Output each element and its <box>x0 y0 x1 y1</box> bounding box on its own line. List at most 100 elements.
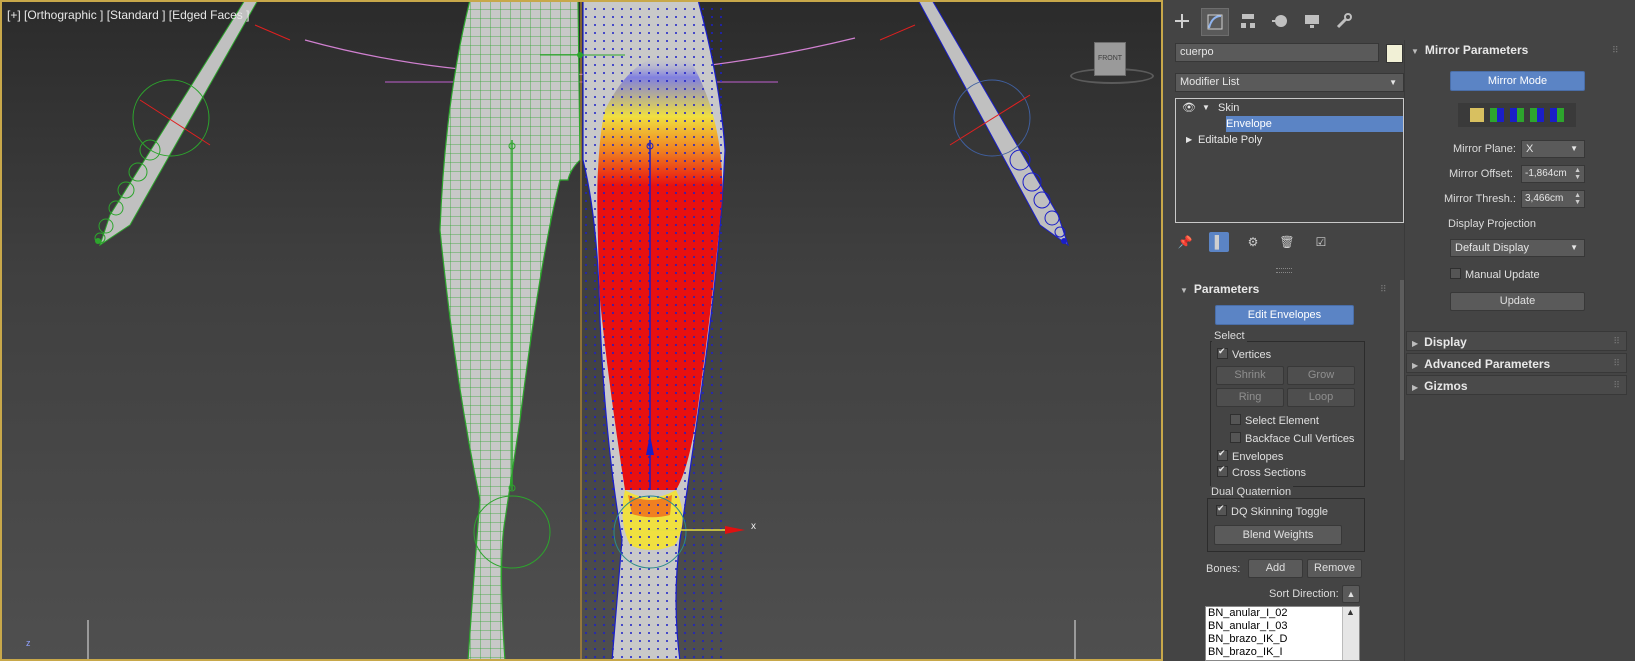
mirror-offset-value: -1,864cm <box>1525 168 1567 179</box>
edit-envelopes-button[interactable]: Edit Envelopes <box>1215 305 1354 325</box>
paste-green-to-blue-icon[interactable] <box>1490 108 1504 122</box>
select-element-checkbox[interactable]: Select Element <box>1230 414 1319 427</box>
make-unique-icon[interactable]: ⚙ <box>1243 232 1263 252</box>
scroll-up-icon[interactable]: ▲ <box>1346 607 1355 617</box>
mirror-thresh-label: Mirror Thresh.: <box>1444 193 1516 205</box>
spinner-arrows-icon[interactable]: ▲ ▼ <box>1574 192 1581 206</box>
mirror-offset-spinner[interactable]: -1,864cm ▲ ▼ <box>1521 165 1585 183</box>
sort-direction-button[interactable]: ▲ <box>1342 585 1360 603</box>
mirror-paste-icon[interactable] <box>1470 108 1484 122</box>
vertices-checkbox[interactable]: Vertices <box>1217 346 1271 361</box>
triangle-up-icon: ▲ <box>1346 589 1356 599</box>
command-panel-tabs <box>1169 8 1357 36</box>
gizmos-rollout[interactable]: ▶ Gizmos ⠿ <box>1406 375 1627 395</box>
panel-divider <box>1404 40 1405 661</box>
stack-label-skin: Skin <box>1218 102 1240 114</box>
stack-label-editable-poly: Editable Poly <box>1198 134 1263 146</box>
cross-sections-checkbox[interactable]: Cross Sections <box>1217 464 1306 479</box>
grip-icon: ⠿ <box>1613 336 1620 346</box>
remove-modifier-icon[interactable]: 🗑 <box>1277 232 1297 252</box>
expand-right-icon: ▶ <box>1412 361 1419 370</box>
expand-right-icon[interactable]: ▶ <box>1186 132 1192 148</box>
bone-list-scrollbar[interactable]: ▲ <box>1342 607 1359 660</box>
display-rollout[interactable]: ▶ Display ⠿ <box>1406 331 1627 351</box>
axis-z-label: z <box>26 638 31 648</box>
chevron-down-icon: ▼ <box>1570 144 1578 153</box>
parameters-rollout-title[interactable]: ▼ Parameters <box>1180 282 1259 296</box>
modifier-list-dropdown[interactable]: Modifier List ▼ <box>1175 73 1404 92</box>
hierarchy-tab-icon[interactable] <box>1235 8 1261 34</box>
display-tab-icon[interactable] <box>1299 8 1325 34</box>
blend-weights-button[interactable]: Blend Weights <box>1214 525 1342 545</box>
dual-quaternion-label: Dual Quaternion <box>1209 486 1294 498</box>
mirror-thresh-value: 3,466cm <box>1525 193 1564 204</box>
expand-right-icon: ▶ <box>1412 339 1419 348</box>
gizmos-rollout-label: Gizmos <box>1424 379 1468 393</box>
viewcube[interactable]: FRONT <box>1094 42 1126 76</box>
backface-cull-checkbox[interactable]: Backface Cull Vertices <box>1230 432 1354 445</box>
chevron-down-icon: ▼ <box>1389 78 1397 87</box>
stack-label-envelope: Envelope <box>1226 118 1272 130</box>
mirror-parameters-rollout-title[interactable]: ▼ Mirror Parameters <box>1411 43 1528 57</box>
spinner-arrows-icon[interactable]: ▲ ▼ <box>1574 167 1581 181</box>
mirror-mode-button[interactable]: Mirror Mode <box>1450 71 1585 91</box>
manual-update-checkbox[interactable]: Manual Update <box>1450 268 1540 281</box>
modifier-list-label: Modifier List <box>1180 76 1240 88</box>
bone-list-item[interactable]: BN_anular_I_03 <box>1206 620 1359 633</box>
grip-icon: ⠿ <box>1613 358 1620 368</box>
viewport-scene[interactable] <box>0 0 1163 661</box>
stack-item-editable-poly[interactable]: ▶ Editable Poly <box>1176 132 1403 148</box>
collapse-icon: ▼ <box>1180 286 1188 295</box>
expand-down-icon[interactable]: ▼ <box>1202 100 1210 116</box>
bone-list-item[interactable]: BN_brazo_IK_I <box>1206 646 1359 659</box>
bone-list-item[interactable]: BN_anular_I_02 <box>1206 607 1359 620</box>
bone-list[interactable]: BN_anular_I_02 BN_anular_I_03 BN_brazo_I… <box>1205 606 1360 661</box>
modify-tab-icon[interactable] <box>1201 8 1229 36</box>
display-projection-dropdown[interactable]: Default Display ▼ <box>1450 239 1585 257</box>
advanced-parameters-rollout[interactable]: ▶ Advanced Parameters ⠿ <box>1406 353 1627 373</box>
viewport-label[interactable]: [+] [Orthographic ] [Standard ] [Edged F… <box>7 8 249 22</box>
object-name-field[interactable]: cuerpo <box>1175 43 1379 62</box>
dq-skinning-toggle-checkbox[interactable]: DQ Skinning Toggle <box>1216 503 1328 518</box>
shrink-button[interactable]: Shrink <box>1216 366 1284 385</box>
modifier-stack[interactable]: 👁 ▼ Skin Envelope ▶ Editable Poly <box>1175 98 1404 223</box>
loop-button[interactable]: Loop <box>1287 388 1355 407</box>
paste-blue-to-green-verts-icon[interactable] <box>1550 108 1564 122</box>
display-rollout-label: Display <box>1424 335 1467 349</box>
ring-button[interactable]: Ring <box>1216 388 1284 407</box>
display-projection-label: Display Projection <box>1448 218 1537 230</box>
expand-right-icon: ▶ <box>1412 383 1419 392</box>
configure-modifier-sets-icon[interactable]: ☑ <box>1311 232 1331 252</box>
gizmo-x-axis-label: x <box>751 521 756 532</box>
grip-icon: ⠿ <box>1380 284 1387 294</box>
paste-green-to-blue-verts-icon[interactable] <box>1530 108 1544 122</box>
remove-bone-button[interactable]: Remove <box>1307 559 1362 578</box>
bone-list-item[interactable]: BN_brazo_IK_D <box>1206 633 1359 646</box>
paste-blue-to-green-icon[interactable] <box>1510 108 1524 122</box>
add-bone-button[interactable]: Add <box>1248 559 1303 578</box>
utilities-tab-icon[interactable] <box>1331 8 1357 34</box>
mirror-plane-value: X <box>1526 143 1534 155</box>
mirror-thresh-spinner[interactable]: 3,466cm ▲ ▼ <box>1521 190 1585 208</box>
eye-icon[interactable]: 👁 <box>1182 100 1196 116</box>
stack-item-skin[interactable]: 👁 ▼ Skin <box>1176 100 1403 116</box>
motion-tab-icon[interactable] <box>1267 8 1293 34</box>
pin-stack-icon[interactable]: 📌 <box>1175 232 1195 252</box>
object-color-swatch[interactable] <box>1386 44 1403 63</box>
stack-item-envelope[interactable]: Envelope <box>1226 116 1403 132</box>
mirror-plane-dropdown[interactable]: X ▼ <box>1521 140 1585 158</box>
stack-toolbar: 📌 ▌ ⚙ 🗑 ☑ <box>1175 232 1331 252</box>
grip-icon: ⠿ <box>1612 45 1619 55</box>
envelopes-checkbox[interactable]: Envelopes <box>1217 448 1283 463</box>
splitter-handle[interactable] <box>1276 268 1292 273</box>
update-button[interactable]: Update <box>1450 292 1585 311</box>
show-end-result-icon[interactable]: ▌ <box>1209 232 1229 252</box>
viewport-front[interactable]: [+] [Orthographic ] [Standard ] [Edged F… <box>0 0 1163 661</box>
mirror-offset-label: Mirror Offset: <box>1449 168 1513 180</box>
select-group-label: Select <box>1212 330 1247 342</box>
grow-button[interactable]: Grow <box>1287 366 1355 385</box>
display-projection-value: Default Display <box>1455 242 1529 254</box>
sort-direction-label: Sort Direction: <box>1269 588 1339 600</box>
create-tab-icon[interactable] <box>1169 8 1195 34</box>
chevron-down-icon: ▼ <box>1570 243 1578 252</box>
